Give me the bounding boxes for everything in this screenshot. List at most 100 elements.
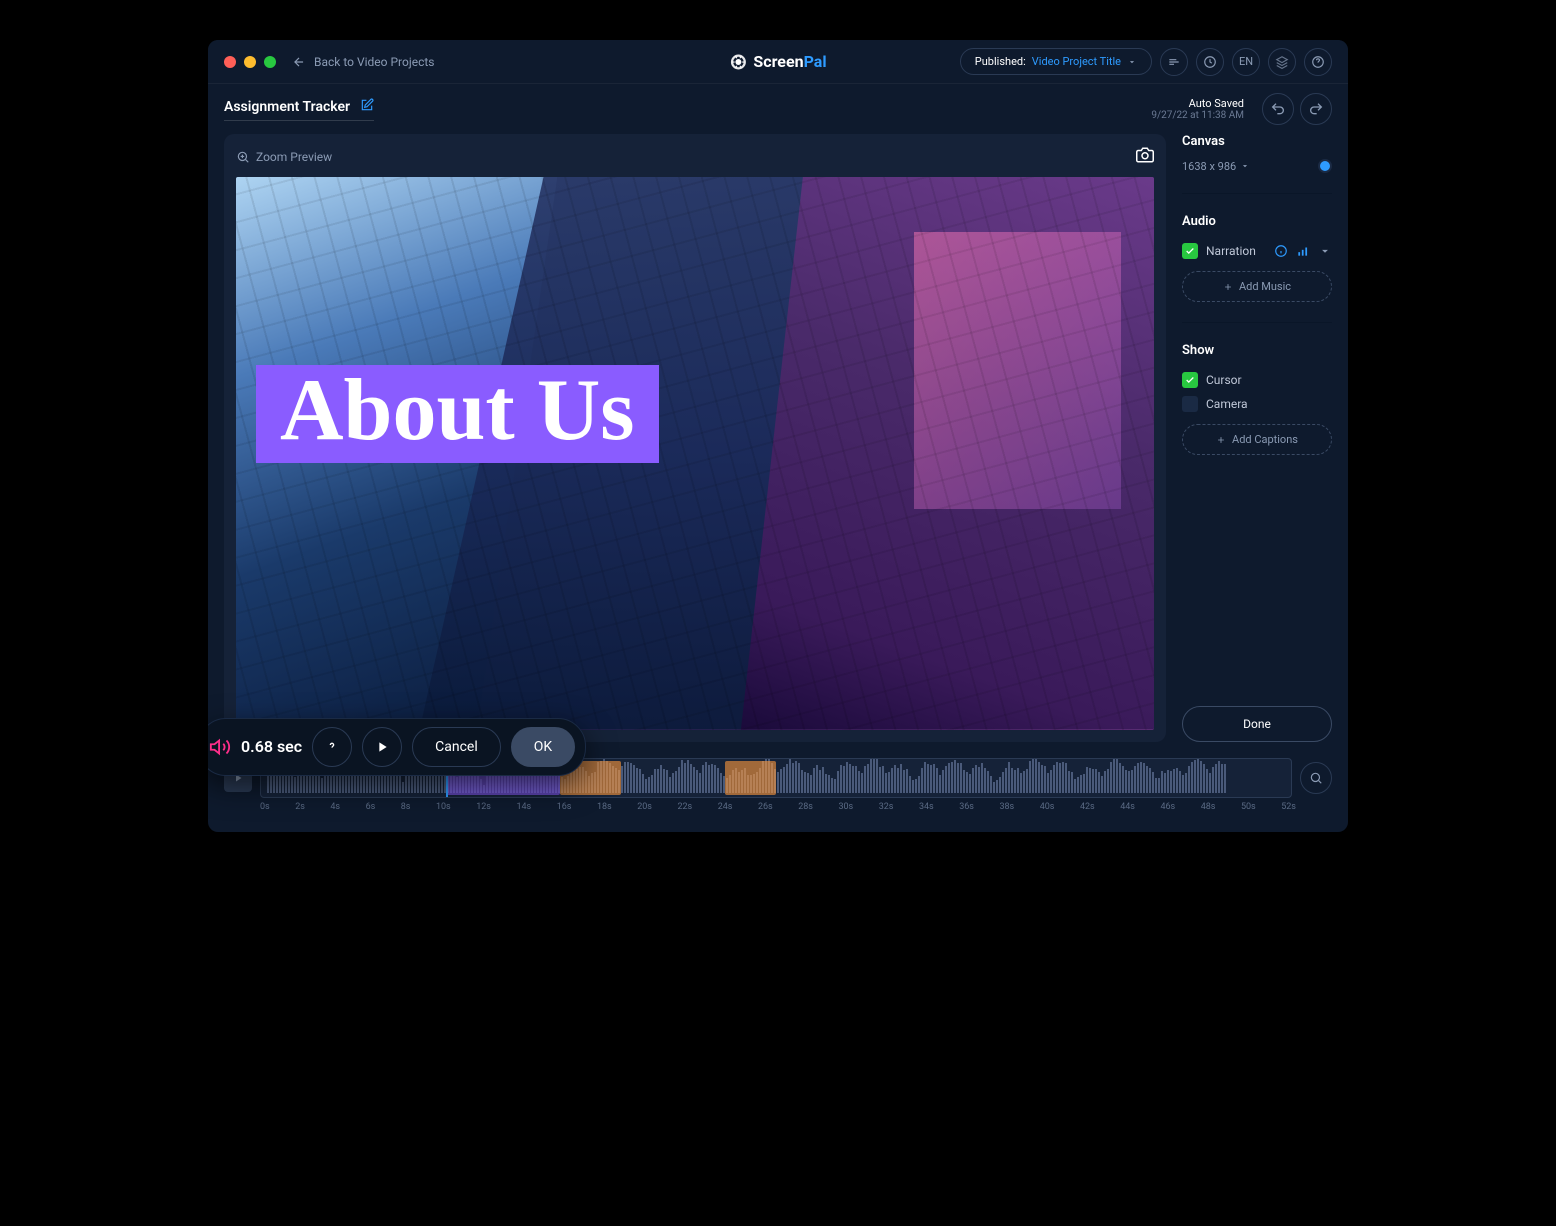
sound-indicator-icon	[209, 736, 231, 758]
show-title: Show	[1182, 343, 1332, 358]
text-overlay[interactable]: About Us	[256, 365, 659, 463]
canvas-color-picker[interactable]	[1318, 159, 1332, 173]
divider	[1182, 322, 1332, 323]
toolbar-help-button[interactable]	[312, 727, 352, 767]
time-tick: 6s	[366, 802, 376, 812]
time-tick: 46s	[1160, 802, 1175, 812]
app-window: Back to Video Projects ScreenPal Publish…	[208, 40, 1348, 832]
project-title-text: Assignment Tracker	[224, 99, 350, 115]
cancel-button[interactable]: Cancel	[412, 727, 501, 767]
cursor-checkbox[interactable]	[1182, 372, 1198, 388]
chevron-down-icon[interactable]	[1318, 244, 1332, 258]
brand-text-2: Pal	[804, 52, 827, 71]
autosave-timestamp: 9/27/22 at 11:38 AM	[1151, 110, 1244, 121]
preview-panel: Zoom Preview About Us	[224, 134, 1166, 742]
done-label: Done	[1243, 717, 1271, 731]
undo-button[interactable]	[1262, 93, 1294, 125]
redo-button[interactable]	[1300, 93, 1332, 125]
autosave-label: Auto Saved	[1151, 97, 1244, 110]
time-tick: 44s	[1120, 802, 1135, 812]
undo-icon	[1270, 101, 1286, 117]
project-title-field[interactable]: Assignment Tracker	[224, 98, 374, 121]
duration-value: 0.68 sec	[241, 737, 302, 756]
time-tick: 34s	[919, 802, 934, 812]
info-icon[interactable]	[1274, 244, 1288, 258]
time-tick: 24s	[718, 802, 733, 812]
cursor-row: Cursor	[1182, 368, 1332, 392]
language-button[interactable]: EN	[1232, 48, 1260, 76]
video-canvas[interactable]: About Us	[236, 177, 1154, 730]
time-tick: 4s	[330, 802, 340, 812]
add-music-button[interactable]: Add Music	[1182, 271, 1332, 302]
narration-row: Narration	[1182, 239, 1332, 263]
list-icon	[1167, 55, 1181, 69]
list-button[interactable]	[1160, 48, 1188, 76]
play-icon	[374, 739, 390, 755]
time-tick: 2s	[295, 802, 305, 812]
camera-row: Camera	[1182, 392, 1332, 416]
properties-sidebar: Canvas 1638 x 986 Audio Narration	[1182, 134, 1332, 742]
edit-toolbar: 0.68 sec Cancel OK	[208, 718, 586, 776]
timeline-area: 0.68 sec Cancel OK	[208, 758, 1348, 832]
add-music-label: Add Music	[1239, 280, 1291, 293]
minimize-window-button[interactable]	[244, 56, 256, 68]
zoom-preview-button[interactable]: Zoom Preview	[236, 150, 332, 164]
canvas-size-value: 1638 x 986	[1182, 160, 1236, 173]
toolbar-play-button[interactable]	[362, 727, 402, 767]
time-tick: 14s	[516, 802, 531, 812]
timeline-zoom-button[interactable]	[1300, 762, 1332, 794]
time-tick: 50s	[1241, 802, 1256, 812]
subheader: Assignment Tracker Auto Saved 9/27/22 at…	[208, 84, 1348, 134]
time-tick: 18s	[597, 802, 612, 812]
ok-button[interactable]: OK	[511, 727, 575, 767]
time-tick: 42s	[1080, 802, 1095, 812]
canvas-section: Canvas 1638 x 986	[1182, 134, 1332, 173]
narration-label: Narration	[1206, 244, 1256, 258]
time-tick: 30s	[838, 802, 853, 812]
maximize-window-button[interactable]	[264, 56, 276, 68]
divider	[1182, 193, 1332, 194]
caret-down-icon	[1240, 161, 1250, 171]
arrow-left-icon	[292, 55, 306, 69]
time-tick: 8s	[401, 802, 411, 812]
canvas-size-dropdown[interactable]: 1638 x 986	[1182, 160, 1250, 173]
time-tick: 36s	[959, 802, 974, 812]
cursor-label: Cursor	[1206, 373, 1242, 387]
camera-label: Camera	[1206, 397, 1248, 411]
layers-button[interactable]	[1268, 48, 1296, 76]
caret-down-icon	[1127, 57, 1137, 67]
titlebar: Back to Video Projects ScreenPal Publish…	[208, 40, 1348, 84]
brand-text-1: Screen	[753, 52, 803, 71]
brand-icon	[729, 53, 747, 71]
cancel-label: Cancel	[435, 739, 478, 755]
bars-icon[interactable]	[1296, 244, 1310, 258]
close-window-button[interactable]	[224, 56, 236, 68]
time-tick: 48s	[1201, 802, 1216, 812]
edit-icon	[360, 98, 374, 112]
time-ruler: 0s2s4s6s8s10s12s14s16s18s20s22s24s26s28s…	[224, 798, 1332, 812]
search-icon	[1309, 771, 1323, 785]
time-tick: 32s	[879, 802, 894, 812]
time-tick: 26s	[758, 802, 773, 812]
snapshot-button[interactable]	[1136, 146, 1154, 167]
overlay-text-content: About Us	[280, 362, 635, 459]
done-button[interactable]: Done	[1182, 706, 1332, 742]
camera-checkbox[interactable]	[1182, 396, 1198, 412]
zoom-label: Zoom Preview	[256, 150, 332, 164]
autosave-status: Auto Saved 9/27/22 at 11:38 AM	[1151, 97, 1244, 121]
publish-dropdown[interactable]: Published: Video Project Title	[960, 48, 1152, 75]
add-captions-button[interactable]: Add Captions	[1182, 424, 1332, 455]
show-section: Show Cursor Camera Add Captions	[1182, 343, 1332, 455]
narration-checkbox[interactable]	[1182, 243, 1198, 259]
time-tick: 52s	[1281, 802, 1296, 812]
plus-icon	[1223, 282, 1233, 292]
history-button[interactable]	[1196, 48, 1224, 76]
timeline-clip[interactable]	[725, 761, 777, 795]
help-button[interactable]	[1304, 48, 1332, 76]
history-icon	[1203, 55, 1217, 69]
check-icon	[1185, 375, 1195, 385]
help-icon	[1311, 55, 1325, 69]
edit-title-button[interactable]	[360, 98, 374, 116]
time-tick: 40s	[1040, 802, 1055, 812]
back-button[interactable]: Back to Video Projects	[292, 55, 434, 69]
